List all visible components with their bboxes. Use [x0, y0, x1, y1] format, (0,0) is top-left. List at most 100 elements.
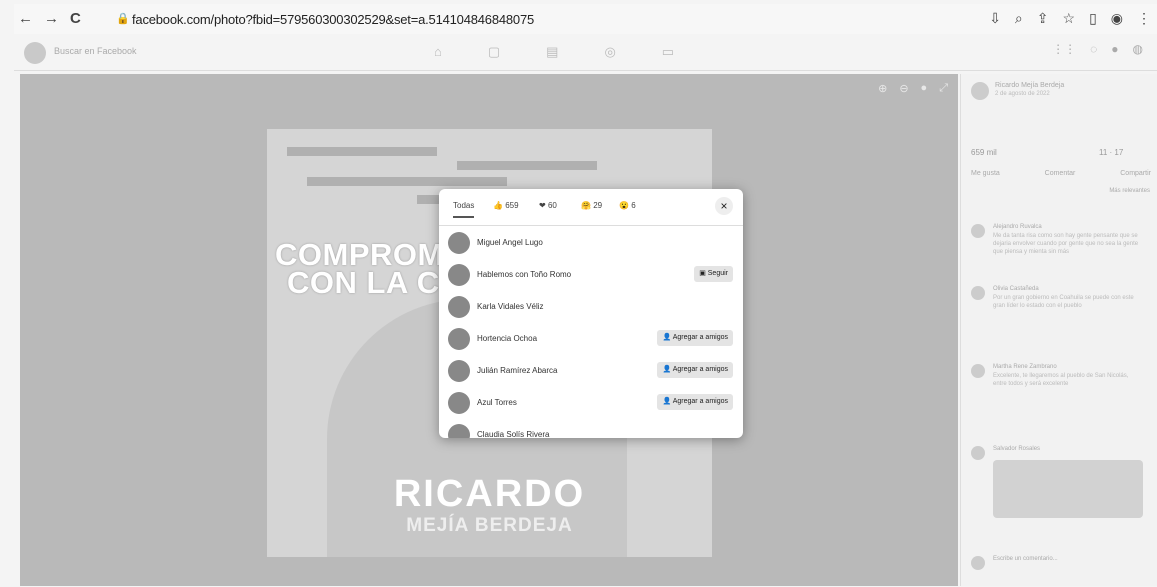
forward-icon[interactable]: →: [44, 10, 59, 27]
account-avatar[interactable]: ◍: [1133, 42, 1143, 56]
add-friend-label: Agregar a amigos: [672, 334, 728, 341]
decorative-stripe: [457, 161, 597, 170]
comment-text: Por un gran gobierno en Coahuila se pued…: [993, 295, 1134, 309]
comment-author[interactable]: Olivia Castañeda: [993, 286, 1039, 292]
avatar[interactable]: [448, 232, 470, 254]
share-icon[interactable]: ⇪: [1037, 10, 1049, 27]
lock-icon: 🔒: [116, 13, 130, 25]
search-input[interactable]: Buscar en Facebook: [54, 46, 137, 56]
reaction-count[interactable]: 659 mil: [971, 148, 997, 157]
add-friend-button[interactable]: 👤 Agregar a amigos: [657, 330, 733, 346]
tag-icon[interactable]: ●: [921, 82, 928, 95]
list-item[interactable]: Hablemos con Toño Romo ▣ Seguir: [439, 261, 743, 289]
zoom-out-icon[interactable]: ⊖: [899, 82, 908, 95]
zoom-icon[interactable]: ⌕: [1015, 10, 1023, 27]
avatar[interactable]: [971, 82, 989, 100]
list-item[interactable]: Miguel Angel Lugo: [439, 229, 743, 257]
share-button[interactable]: Compartir: [1120, 170, 1151, 177]
tab-like-count: 659: [505, 201, 519, 210]
comment-author[interactable]: Martha Rene Zambrano: [993, 364, 1057, 370]
post-author[interactable]: Ricardo Mejía Berdeja: [995, 82, 1064, 89]
comment-photo[interactable]: [993, 460, 1143, 518]
person-name[interactable]: Julián Ramírez Abarca: [477, 366, 557, 375]
poster-name: RICARDO: [393, 473, 586, 515]
care-reaction-icon: 🤗: [581, 201, 591, 210]
avatar[interactable]: [448, 392, 470, 414]
comment: Alejandro Ruvalca Me da tanta risa como …: [971, 224, 1151, 284]
reaction-summary[interactable]: 659 mil 11 · 17: [971, 148, 1123, 157]
avatar[interactable]: [971, 446, 985, 460]
window-icon[interactable]: ▯: [1089, 10, 1097, 27]
comment-composer[interactable]: Escribe un comentario...: [971, 556, 1151, 576]
home-icon[interactable]: ⌂: [434, 44, 442, 60]
menu-kebab-icon[interactable]: ⋮: [1137, 10, 1151, 27]
facebook-header: Buscar en Facebook ⌂ ▢ ▤ ◎ ▭ ⋮⋮ ◌ ● ◍: [14, 36, 1157, 71]
bookmark-star-icon[interactable]: ☆: [1063, 10, 1076, 27]
back-icon[interactable]: ←: [18, 10, 33, 27]
like-reaction-icon: 👍: [493, 201, 503, 210]
person-name[interactable]: Miguel Angel Lugo: [477, 238, 543, 247]
tab-love[interactable]: ❤ 60: [539, 201, 557, 210]
comment: Olivia Castañeda Por un gran gobierno en…: [971, 286, 1151, 346]
zoom-in-icon[interactable]: ⊕: [878, 82, 887, 95]
tab-wow[interactable]: 😮 6: [619, 201, 636, 210]
gaming-icon[interactable]: ▭: [662, 44, 674, 60]
menu-grid-icon[interactable]: ⋮⋮: [1052, 42, 1076, 56]
tab-care[interactable]: 🤗 29: [581, 201, 602, 210]
list-item[interactable]: Karla Vidales Véliz: [439, 293, 743, 321]
list-item[interactable]: Azul Torres 👤 Agregar a amigos: [439, 389, 743, 417]
person-name[interactable]: Hortencia Ochoa: [477, 334, 537, 343]
list-item[interactable]: Claudia Solís Rivera: [439, 421, 743, 438]
add-friend-button[interactable]: 👤 Agregar a amigos: [657, 394, 733, 410]
like-button[interactable]: Me gusta: [971, 170, 1000, 177]
comment: Salvador Rosales: [971, 446, 1151, 526]
add-friend-icon: 👤: [662, 334, 672, 341]
tab-care-count: 29: [593, 201, 603, 210]
person-name[interactable]: Claudia Solís Rivera: [477, 430, 549, 438]
person-name[interactable]: Hablemos con Toño Romo: [477, 270, 571, 279]
avatar[interactable]: [971, 224, 985, 238]
person-name[interactable]: Azul Torres: [477, 398, 517, 407]
list-item[interactable]: Hortencia Ochoa 👤 Agregar a amigos: [439, 325, 743, 353]
fullscreen-icon[interactable]: ⤢: [939, 82, 948, 95]
headline-line-2: CON LA C: [287, 265, 440, 300]
comment-author[interactable]: Alejandro Ruvalca: [993, 224, 1042, 230]
install-icon[interactable]: ⇩: [989, 10, 1001, 27]
groups-icon[interactable]: ◎: [604, 44, 615, 60]
add-friend-button[interactable]: 👤 Agregar a amigos: [657, 362, 733, 378]
avatar[interactable]: [448, 328, 470, 350]
comment-author[interactable]: Salvador Rosales: [993, 446, 1040, 452]
follow-button[interactable]: ▣ Seguir: [694, 266, 733, 282]
post-date[interactable]: 2 de agosto de 2022: [995, 91, 1050, 97]
avatar[interactable]: [971, 286, 985, 300]
person-name[interactable]: Karla Vidales Véliz: [477, 302, 544, 311]
profile-icon[interactable]: ◉: [1111, 10, 1123, 27]
avatar[interactable]: [448, 360, 470, 382]
comment-button[interactable]: Comentar: [1045, 170, 1076, 177]
marketplace-icon[interactable]: ▤: [546, 44, 558, 60]
tab-like[interactable]: 👍 659: [493, 201, 519, 210]
close-icon: ×: [720, 199, 728, 213]
avatar[interactable]: [448, 296, 470, 318]
address-bar[interactable]: facebook.com/photo?fbid=579560300302529&…: [132, 12, 534, 27]
follow-icon: ▣: [699, 270, 706, 277]
notifications-icon[interactable]: ●: [1111, 42, 1118, 56]
comment-share-counts[interactable]: 11 · 17: [1099, 148, 1123, 157]
comment-text: Excelente, te llegaremos al pueblo de Sa…: [993, 373, 1129, 387]
messenger-icon[interactable]: ◌: [1090, 42, 1097, 56]
post-details-panel: Ricardo Mejía Berdeja 2 de agosto de 202…: [960, 74, 1157, 586]
tab-all[interactable]: Todas: [453, 201, 475, 218]
reload-icon[interactable]: C: [70, 10, 81, 27]
avatar[interactable]: [448, 264, 470, 286]
close-button[interactable]: ×: [715, 197, 733, 215]
avatar[interactable]: [971, 364, 985, 378]
avatar[interactable]: [448, 424, 470, 438]
comment-input[interactable]: Escribe un comentario...: [993, 556, 1058, 562]
facebook-logo-icon[interactable]: [24, 42, 46, 64]
tab-love-count: 60: [547, 201, 557, 210]
comment-filter[interactable]: Más relevantes: [1109, 188, 1150, 194]
poster-surname: MEJÍA BERDEJA: [406, 515, 573, 536]
list-item[interactable]: Julián Ramírez Abarca 👤 Agregar a amigos: [439, 357, 743, 385]
love-reaction-icon: ❤: [539, 201, 546, 210]
watch-icon[interactable]: ▢: [488, 44, 500, 60]
